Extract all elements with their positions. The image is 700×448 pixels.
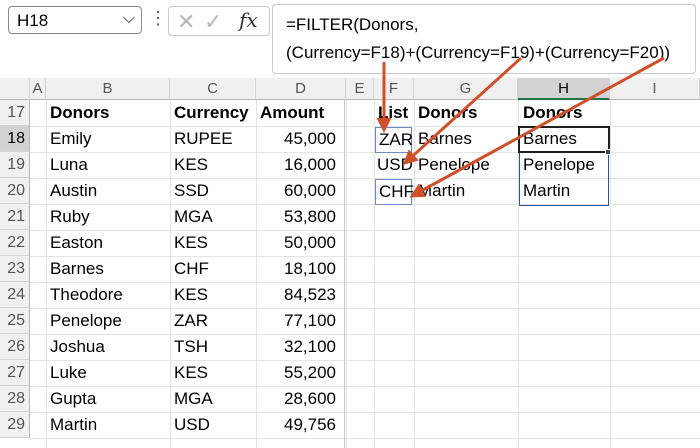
callout-arrows [376, 56, 665, 198]
arrow-to-f20 [409, 56, 665, 198]
